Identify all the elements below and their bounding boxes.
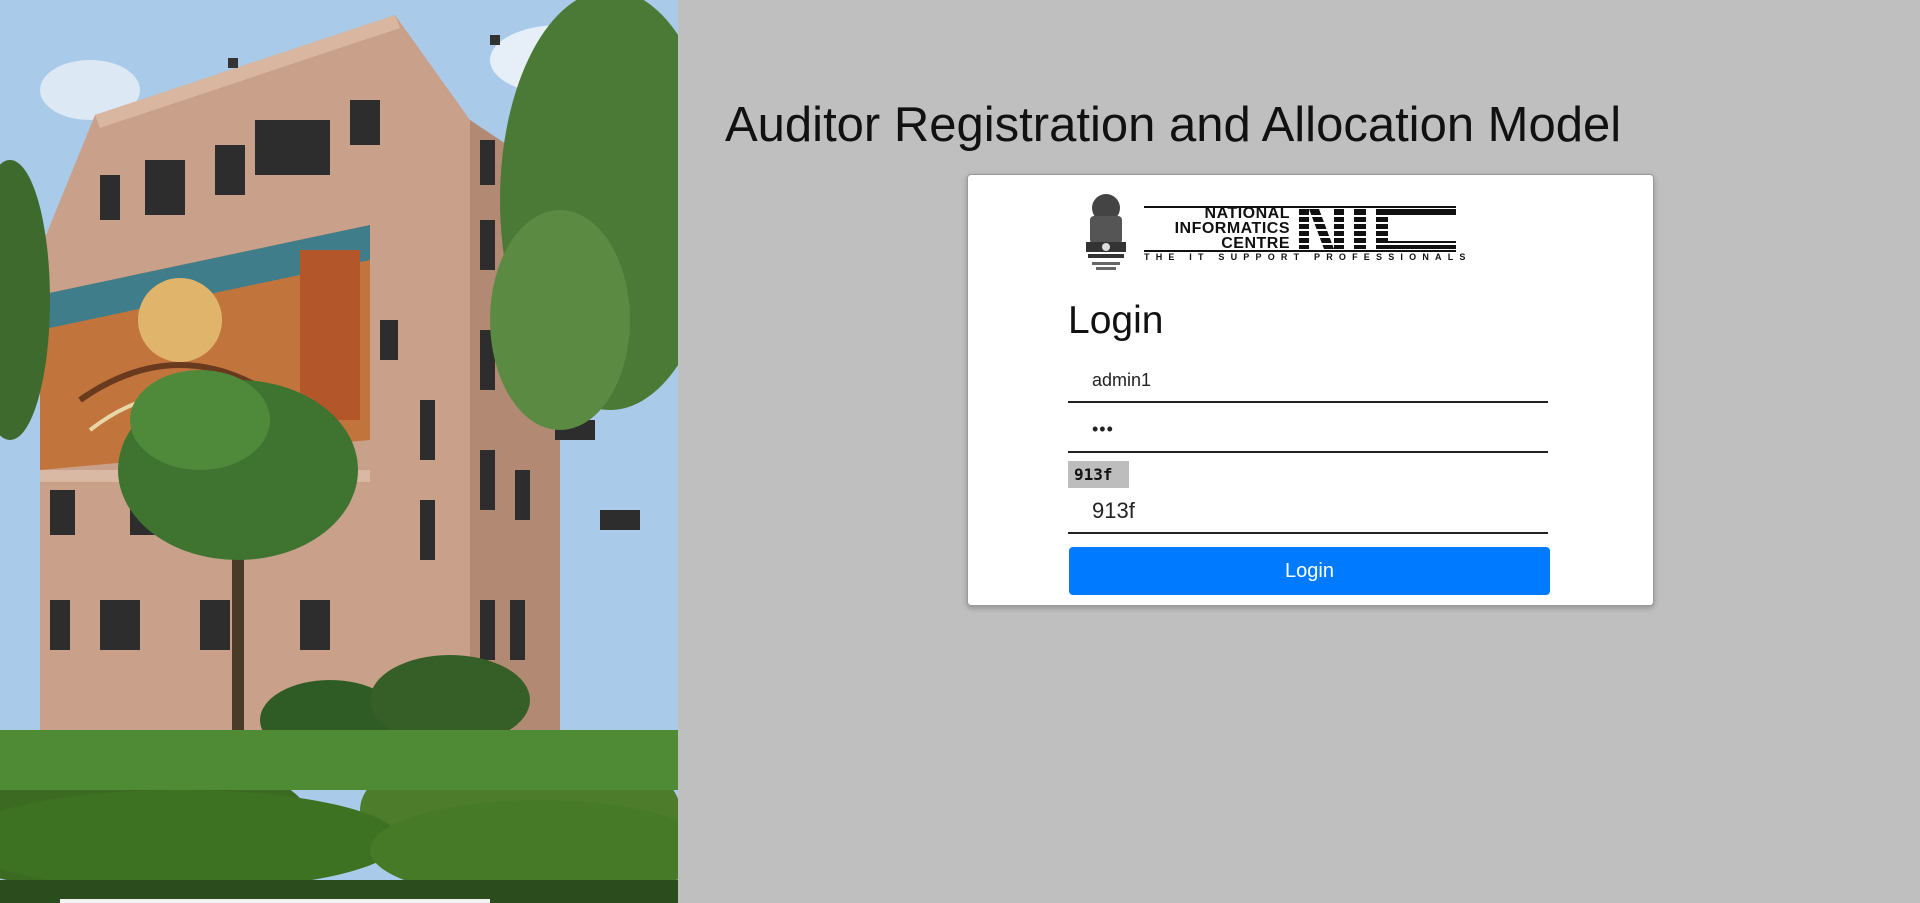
nic-org-line3: CENTRE: [1221, 235, 1290, 252]
nic-logo: NATIONAL INFORMATICS CENTRE THE IT SUPPO…: [1078, 188, 1472, 272]
username-input[interactable]: [1068, 359, 1548, 403]
captcha-image: 913f: [1068, 461, 1129, 488]
login-button[interactable]: Login: [1069, 547, 1550, 595]
captcha-input[interactable]: [1068, 489, 1548, 534]
page-title: Auditor Registration and Allocation Mode…: [725, 97, 1622, 152]
nic-org-name: NATIONAL INFORMATICS CENTRE: [1144, 205, 1290, 252]
nic-tagline: THE IT SUPPORT PROFESSIONALS: [1144, 252, 1472, 262]
login-heading: Login: [1068, 299, 1164, 342]
password-input[interactable]: [1068, 407, 1548, 453]
nic-wordmark: NATIONAL INFORMATICS CENTRE THE IT SUPPO…: [1144, 205, 1472, 266]
building-illustration: [0, 0, 678, 903]
login-card: NATIONAL INFORMATICS CENTRE THE IT SUPPO…: [967, 174, 1654, 606]
nic-org-line2: INFORMATICS: [1174, 220, 1290, 237]
nic-org-line1: NATIONAL: [1204, 205, 1290, 222]
building-photo: [0, 0, 678, 903]
horizontal-scrollbar[interactable]: [60, 899, 490, 903]
national-emblem-icon: [1086, 194, 1126, 270]
